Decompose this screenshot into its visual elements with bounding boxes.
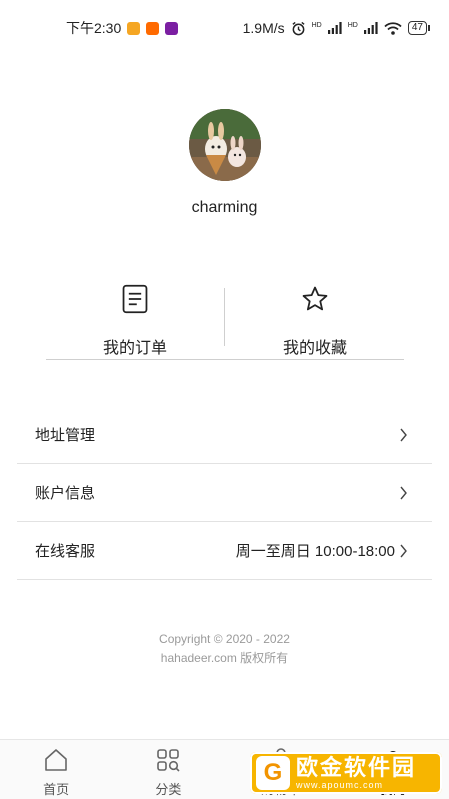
my-orders-button[interactable]: 我的订单 xyxy=(46,280,224,358)
star-icon xyxy=(302,286,328,311)
watermark-logo-icon: G xyxy=(256,756,290,790)
alarm-icon xyxy=(292,21,305,35)
mi-app-icon xyxy=(146,21,160,35)
signal-icon xyxy=(363,22,378,34)
list-item-label: 账户信息 xyxy=(35,485,96,502)
my-favorites-button[interactable]: 我的收藏 xyxy=(226,280,404,358)
media-app-icon xyxy=(165,21,179,35)
chevron-right-icon xyxy=(400,486,407,499)
avatar[interactable] xyxy=(189,109,261,181)
copyright-line: Copyright © 2020 - 2022 xyxy=(159,632,290,646)
status-time: 下午2:30 xyxy=(66,20,122,36)
tab-category[interactable]: 分类 xyxy=(112,740,224,799)
watermark-title: 欧金软件园 xyxy=(296,754,417,780)
tab-label: 首页 xyxy=(43,782,70,797)
avatar-image xyxy=(189,109,261,181)
list-item-right: 周一至周日 10:00-18:00 xyxy=(236,540,408,561)
copyright: Copyright © 2020 - 2022 hahadeer.com 版权所… xyxy=(0,630,449,668)
online-support-row[interactable]: 在线客服 周一至周日 10:00-18:00 xyxy=(17,522,432,580)
hd-badge-2: HD xyxy=(347,22,358,29)
list-item-label: 地址管理 xyxy=(35,427,96,444)
address-management-row[interactable]: 地址管理 xyxy=(17,406,432,464)
wifi-icon xyxy=(384,21,402,35)
chevron-right-icon xyxy=(400,428,407,441)
tab-label: 分类 xyxy=(155,782,182,797)
battery-icon: 47 xyxy=(407,21,431,35)
my-orders-label: 我的订单 xyxy=(102,340,167,357)
username: charming xyxy=(191,199,258,216)
list-item-right xyxy=(395,486,408,500)
chevron-right-icon xyxy=(400,544,407,557)
copyright-owner: hahadeer.com 版权所有 xyxy=(160,651,289,665)
status-right: 1.9M/s HD HD 47 xyxy=(242,20,431,36)
tab-home[interactable]: 首页 xyxy=(0,740,112,799)
signal-icon xyxy=(327,22,342,34)
my-favorites-label: 我的收藏 xyxy=(282,340,347,357)
list-item-right xyxy=(395,428,408,442)
settings-list: 地址管理 账户信息 在线客服 周一至周日 10:00-18:00 xyxy=(17,406,432,580)
order-list-icon xyxy=(122,284,148,314)
status-left: 下午2:30 xyxy=(66,18,179,38)
category-grid-icon xyxy=(157,749,180,772)
home-icon xyxy=(45,749,67,771)
quick-actions: 我的订单 我的收藏 xyxy=(46,280,404,360)
support-hours: 周一至周日 10:00-18:00 xyxy=(235,543,395,560)
status-bar: 下午2:30 1.9M/s HD HD 47 xyxy=(0,0,449,56)
quick-actions-divider xyxy=(224,288,225,346)
watermark-url: www.apoumc.com xyxy=(296,779,384,790)
message-app-icon xyxy=(127,21,141,35)
watermark-banner: G 欧金软件园 www.apoumc.com xyxy=(250,752,442,794)
account-info-row[interactable]: 账户信息 xyxy=(17,464,432,522)
network-speed: 1.9M/s xyxy=(242,20,285,36)
hd-badge-1: HD xyxy=(311,22,322,29)
watermark-text: 欧金软件园 www.apoumc.com xyxy=(296,754,417,791)
list-item-label: 在线客服 xyxy=(35,543,96,560)
